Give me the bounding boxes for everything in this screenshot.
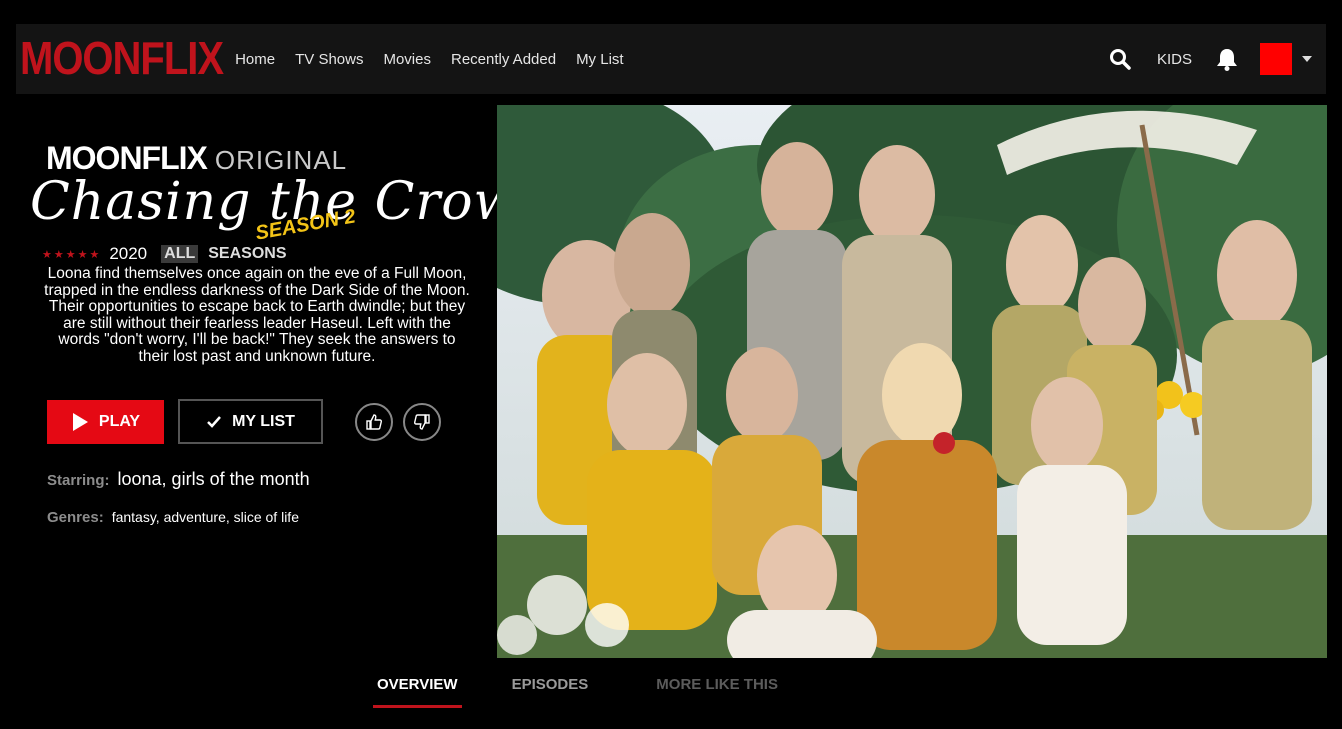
genres-label: Genres: (47, 509, 104, 526)
play-icon (72, 412, 88, 431)
play-button[interactable]: PLAY (47, 399, 164, 444)
nav-links: Home TV Shows Movies Recently Added My L… (235, 51, 643, 68)
thumbs-down-button[interactable] (403, 402, 441, 441)
seasons-label: SEASONS (208, 245, 287, 262)
tab-episodes[interactable]: EPISODES (512, 676, 589, 708)
check-icon (207, 415, 222, 428)
nav-link-recently-added[interactable]: Recently Added (451, 51, 556, 68)
nav-link-movies[interactable]: Movies (383, 51, 431, 68)
tab-overview[interactable]: OVERVIEW (373, 676, 462, 708)
play-button-label: PLAY (98, 412, 141, 430)
nav-link-my-list[interactable]: My List (576, 51, 624, 68)
top-nav: MOONFLIX Home TV Shows Movies Recently A… (16, 24, 1326, 94)
hero-illustration (497, 105, 1327, 658)
profile-caret-icon[interactable] (1302, 56, 1312, 62)
hero-image (497, 105, 1327, 658)
search-icon[interactable] (1109, 48, 1131, 70)
action-buttons: PLAY MY LIST (47, 399, 441, 444)
starring-row: Starring: loona, girls of the month (47, 469, 310, 490)
moonflix-logo[interactable]: MOONFLIX (20, 36, 224, 82)
detail-tabs: OVERVIEW EPISODES MORE LIKE THIS (373, 676, 778, 708)
my-list-button[interactable]: MY LIST (178, 399, 323, 444)
thumbs-down-icon (414, 413, 430, 430)
bell-icon[interactable] (1216, 47, 1238, 71)
genres-value: fantasy, adventure, slice of life (111, 509, 299, 525)
nav-link-tv-shows[interactable]: TV Shows (295, 51, 363, 68)
thumbs-up-button[interactable] (355, 402, 393, 441)
show-description: Loona find themselves once again on the … (44, 265, 470, 365)
genres-row: Genres: fantasy, adventure, slice of lif… (47, 509, 299, 526)
thumbs-up-icon (366, 413, 382, 430)
release-year: 2020 (109, 244, 148, 263)
nav-right: KIDS (1109, 43, 1312, 75)
meta-row: ★★★★★ 2020 ALL SEASONS (42, 244, 287, 264)
show-title-logo: Chasing the Crown SEASON 2 (30, 172, 553, 252)
kids-link[interactable]: KIDS (1157, 51, 1192, 68)
nav-link-home[interactable]: Home (235, 51, 275, 68)
starring-value: loona, girls of the month (117, 469, 310, 489)
starring-label: Starring: (47, 472, 110, 489)
my-list-button-label: MY LIST (232, 412, 295, 430)
tab-more-like-this[interactable]: MORE LIKE THIS (656, 676, 778, 708)
profile-avatar[interactable] (1260, 43, 1292, 75)
maturity-rating: ALL (161, 245, 199, 263)
star-rating: ★★★★★ (42, 248, 102, 261)
